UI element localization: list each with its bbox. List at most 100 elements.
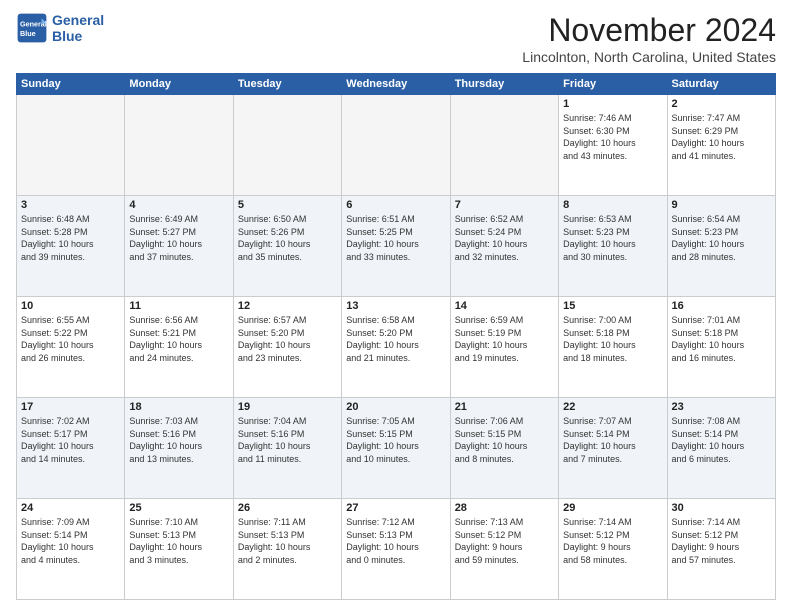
calendar-cell: 14 Sunrise: 6:59 AM Sunset: 5:19 PM Dayli… <box>450 297 558 398</box>
calendar-cell: 22 Sunrise: 7:07 AM Sunset: 5:14 PM Dayli… <box>559 398 667 499</box>
calendar-cell: 13 Sunrise: 6:58 AM Sunset: 5:20 PM Dayli… <box>342 297 450 398</box>
day-info: Sunrise: 6:59 AM Sunset: 5:19 PM Dayligh… <box>455 314 554 364</box>
day-number: 9 <box>672 199 771 211</box>
day-number: 8 <box>563 199 662 211</box>
col-thursday: Thursday <box>450 74 558 95</box>
logo-icon: General Blue <box>16 12 48 44</box>
day-info: Sunrise: 6:57 AM Sunset: 5:20 PM Dayligh… <box>238 314 337 364</box>
day-number: 2 <box>672 98 771 110</box>
logo-text: General Blue <box>52 12 104 44</box>
day-info: Sunrise: 7:08 AM Sunset: 5:14 PM Dayligh… <box>672 415 771 465</box>
calendar-cell <box>17 95 125 196</box>
day-number: 12 <box>238 300 337 312</box>
svg-text:Blue: Blue <box>20 29 36 38</box>
day-info: Sunrise: 7:13 AM Sunset: 5:12 PM Dayligh… <box>455 516 554 566</box>
calendar-cell: 3 Sunrise: 6:48 AM Sunset: 5:28 PM Daylig… <box>17 196 125 297</box>
calendar-cell <box>233 95 341 196</box>
calendar-cell: 19 Sunrise: 7:04 AM Sunset: 5:16 PM Dayli… <box>233 398 341 499</box>
calendar-cell: 12 Sunrise: 6:57 AM Sunset: 5:20 PM Dayli… <box>233 297 341 398</box>
day-number: 22 <box>563 401 662 413</box>
day-info: Sunrise: 7:02 AM Sunset: 5:17 PM Dayligh… <box>21 415 120 465</box>
day-number: 23 <box>672 401 771 413</box>
calendar-week-1: 1 Sunrise: 7:46 AM Sunset: 6:30 PM Daylig… <box>17 95 776 196</box>
calendar-cell: 7Sunrise: 6:52 AM Sunset: 5:24 PM Daylig… <box>450 196 558 297</box>
day-info: Sunrise: 7:11 AM Sunset: 5:13 PM Dayligh… <box>238 516 337 566</box>
calendar-table: Sunday Monday Tuesday Wednesday Thursday… <box>16 73 776 600</box>
day-number: 1 <box>563 98 662 110</box>
day-number: 17 <box>21 401 120 413</box>
calendar-cell: 29Sunrise: 7:14 AM Sunset: 5:12 PM Dayli… <box>559 499 667 600</box>
day-info: Sunrise: 6:50 AM Sunset: 5:26 PM Dayligh… <box>238 213 337 263</box>
calendar-week-5: 24 Sunrise: 7:09 AM Sunset: 5:14 PM Dayli… <box>17 499 776 600</box>
day-number: 28 <box>455 502 554 514</box>
calendar-cell: 4 Sunrise: 6:49 AM Sunset: 5:27 PM Daylig… <box>125 196 233 297</box>
logo-area: General Blue General Blue <box>16 12 104 44</box>
calendar-cell <box>125 95 233 196</box>
calendar-cell: 24 Sunrise: 7:09 AM Sunset: 5:14 PM Dayli… <box>17 499 125 600</box>
calendar-cell: 9 Sunrise: 6:54 AM Sunset: 5:23 PM Daylig… <box>667 196 775 297</box>
calendar-cell: 26Sunrise: 7:11 AM Sunset: 5:13 PM Dayli… <box>233 499 341 600</box>
month-title: November 2024 <box>522 12 776 49</box>
calendar-cell: 30Sunrise: 7:14 AM Sunset: 5:12 PM Dayli… <box>667 499 775 600</box>
day-number: 27 <box>346 502 445 514</box>
day-number: 19 <box>238 401 337 413</box>
col-tuesday: Tuesday <box>233 74 341 95</box>
day-number: 24 <box>21 502 120 514</box>
day-number: 25 <box>129 502 228 514</box>
day-number: 14 <box>455 300 554 312</box>
page: General Blue General Blue November 2024 … <box>0 0 792 612</box>
day-info: Sunrise: 7:12 AM Sunset: 5:13 PM Dayligh… <box>346 516 445 566</box>
day-info: Sunrise: 7:04 AM Sunset: 5:16 PM Dayligh… <box>238 415 337 465</box>
header-row: Sunday Monday Tuesday Wednesday Thursday… <box>17 74 776 95</box>
day-number: 11 <box>129 300 228 312</box>
day-info: Sunrise: 7:03 AM Sunset: 5:16 PM Dayligh… <box>129 415 228 465</box>
calendar-cell <box>342 95 450 196</box>
calendar-week-4: 17 Sunrise: 7:02 AM Sunset: 5:17 PM Dayli… <box>17 398 776 499</box>
calendar-cell: 5Sunrise: 6:50 AM Sunset: 5:26 PM Daylig… <box>233 196 341 297</box>
day-info: Sunrise: 6:55 AM Sunset: 5:22 PM Dayligh… <box>21 314 120 364</box>
calendar-cell: 18 Sunrise: 7:03 AM Sunset: 5:16 PM Dayli… <box>125 398 233 499</box>
calendar-cell: 15Sunrise: 7:00 AM Sunset: 5:18 PM Dayli… <box>559 297 667 398</box>
calendar-cell: 17 Sunrise: 7:02 AM Sunset: 5:17 PM Dayli… <box>17 398 125 499</box>
day-info: Sunrise: 6:48 AM Sunset: 5:28 PM Dayligh… <box>21 213 120 263</box>
calendar-cell <box>450 95 558 196</box>
calendar-cell: 21Sunrise: 7:06 AM Sunset: 5:15 PM Dayli… <box>450 398 558 499</box>
day-info: Sunrise: 6:49 AM Sunset: 5:27 PM Dayligh… <box>129 213 228 263</box>
day-number: 15 <box>563 300 662 312</box>
calendar-cell: 2 Sunrise: 7:47 AM Sunset: 6:29 PM Daylig… <box>667 95 775 196</box>
calendar-cell: 1 Sunrise: 7:46 AM Sunset: 6:30 PM Daylig… <box>559 95 667 196</box>
day-info: Sunrise: 7:14 AM Sunset: 5:12 PM Dayligh… <box>563 516 662 566</box>
calendar-cell: 27 Sunrise: 7:12 AM Sunset: 5:13 PM Dayli… <box>342 499 450 600</box>
calendar-cell: 6Sunrise: 6:51 AM Sunset: 5:25 PM Daylig… <box>342 196 450 297</box>
day-number: 3 <box>21 199 120 211</box>
day-number: 7 <box>455 199 554 211</box>
day-info: Sunrise: 7:07 AM Sunset: 5:14 PM Dayligh… <box>563 415 662 465</box>
day-number: 4 <box>129 199 228 211</box>
day-info: Sunrise: 7:01 AM Sunset: 5:18 PM Dayligh… <box>672 314 771 364</box>
title-area: November 2024 Lincolnton, North Carolina… <box>522 12 776 65</box>
day-number: 6 <box>346 199 445 211</box>
day-number: 18 <box>129 401 228 413</box>
col-saturday: Saturday <box>667 74 775 95</box>
header: General Blue General Blue November 2024 … <box>16 12 776 65</box>
calendar-cell: 28 Sunrise: 7:13 AM Sunset: 5:12 PM Dayli… <box>450 499 558 600</box>
calendar-week-2: 3 Sunrise: 6:48 AM Sunset: 5:28 PM Daylig… <box>17 196 776 297</box>
day-number: 16 <box>672 300 771 312</box>
day-info: Sunrise: 6:56 AM Sunset: 5:21 PM Dayligh… <box>129 314 228 364</box>
day-info: Sunrise: 7:09 AM Sunset: 5:14 PM Dayligh… <box>21 516 120 566</box>
calendar-cell: 25Sunrise: 7:10 AM Sunset: 5:13 PM Dayli… <box>125 499 233 600</box>
day-info: Sunrise: 7:05 AM Sunset: 5:15 PM Dayligh… <box>346 415 445 465</box>
day-number: 20 <box>346 401 445 413</box>
day-info: Sunrise: 7:14 AM Sunset: 5:12 PM Dayligh… <box>672 516 771 566</box>
day-info: Sunrise: 7:47 AM Sunset: 6:29 PM Dayligh… <box>672 112 771 162</box>
calendar-cell: 10Sunrise: 6:55 AM Sunset: 5:22 PM Dayli… <box>17 297 125 398</box>
location-title: Lincolnton, North Carolina, United State… <box>522 49 776 65</box>
calendar-cell: 20 Sunrise: 7:05 AM Sunset: 5:15 PM Dayli… <box>342 398 450 499</box>
day-number: 21 <box>455 401 554 413</box>
col-monday: Monday <box>125 74 233 95</box>
day-info: Sunrise: 6:54 AM Sunset: 5:23 PM Dayligh… <box>672 213 771 263</box>
day-info: Sunrise: 6:53 AM Sunset: 5:23 PM Dayligh… <box>563 213 662 263</box>
day-number: 13 <box>346 300 445 312</box>
day-info: Sunrise: 6:58 AM Sunset: 5:20 PM Dayligh… <box>346 314 445 364</box>
day-info: Sunrise: 7:46 AM Sunset: 6:30 PM Dayligh… <box>563 112 662 162</box>
